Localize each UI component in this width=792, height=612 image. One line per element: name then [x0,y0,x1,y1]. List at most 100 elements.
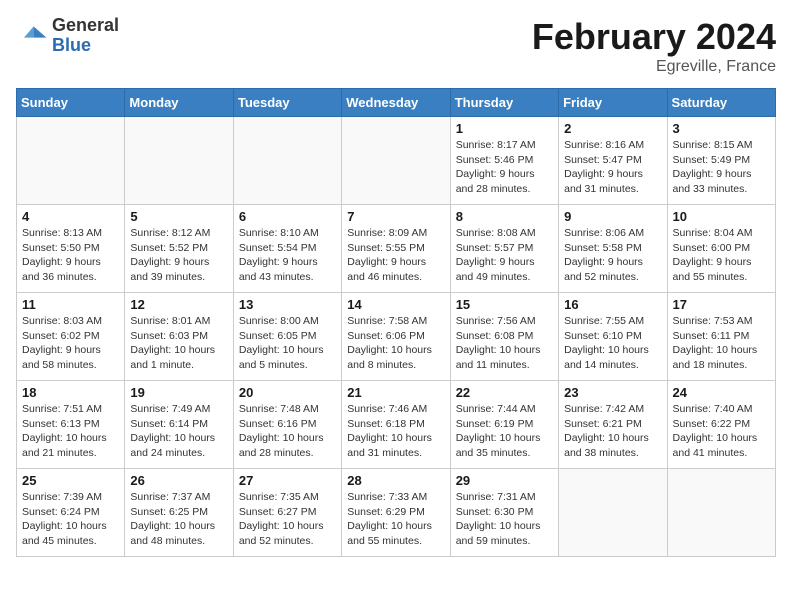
calendar-cell: 2 Sunrise: 8:16 AM Sunset: 5:47 PM Daylig… [559,117,667,205]
day-info: Sunrise: 7:39 AM Sunset: 6:24 PM Dayligh… [22,490,119,549]
calendar-cell [342,117,450,205]
month-year-title: February 2024 [532,16,776,58]
calendar-cell [667,469,775,557]
day-number: 11 [22,297,119,312]
calendar-cell: 29 Sunrise: 7:31 AM Sunset: 6:30 PM Dayli… [450,469,558,557]
calendar-cell: 22Sunrise: 7:44 AM Sunset: 6:19 PM Dayli… [450,381,558,469]
day-number: 28 [347,473,444,488]
day-number: 1 [456,121,553,136]
day-info: Sunrise: 7:44 AM Sunset: 6:19 PM Dayligh… [456,402,553,461]
logo: General Blue [16,16,119,56]
calendar-cell: 17 Sunrise: 7:53 AM Sunset: 6:11 PM Dayli… [667,293,775,381]
calendar-cell: 13 Sunrise: 8:00 AM Sunset: 6:05 PM Dayli… [233,293,341,381]
day-info: Sunrise: 7:31 AM Sunset: 6:30 PM Dayligh… [456,490,553,549]
calendar-cell: 15 Sunrise: 7:56 AM Sunset: 6:08 PM Dayli… [450,293,558,381]
calendar-cell: 1 Sunrise: 8:17 AM Sunset: 5:46 PM Daylig… [450,117,558,205]
col-header-tuesday: Tuesday [233,89,341,117]
calendar-week-row: 11 Sunrise: 8:03 AM Sunset: 6:02 PM Dayli… [17,293,776,381]
calendar-header-row: SundayMondayTuesdayWednesdayThursdayFrid… [17,89,776,117]
logo-line2: Blue [52,36,119,56]
day-info: Sunrise: 7:37 AM Sunset: 6:25 PM Dayligh… [130,490,227,549]
day-number: 8 [456,209,553,224]
day-number: 17 [673,297,770,312]
logo-icon [16,20,48,52]
col-header-saturday: Saturday [667,89,775,117]
calendar-cell: 24 Sunrise: 7:40 AM Sunset: 6:22 PM Dayli… [667,381,775,469]
logo-line1: General [52,16,119,36]
calendar-cell: 4 Sunrise: 8:13 AM Sunset: 5:50 PM Daylig… [17,205,125,293]
calendar-week-row: 1 Sunrise: 8:17 AM Sunset: 5:46 PM Daylig… [17,117,776,205]
calendar-cell [233,117,341,205]
day-info: Sunrise: 7:49 AM Sunset: 6:14 PM Dayligh… [130,402,227,461]
calendar-cell: 10 Sunrise: 8:04 AM Sunset: 6:00 PM Dayli… [667,205,775,293]
page-header: General Blue February 2024 Egreville, Fr… [16,16,776,76]
calendar-cell: 20Sunrise: 7:48 AM Sunset: 6:16 PM Dayli… [233,381,341,469]
calendar-cell: 5Sunrise: 8:12 AM Sunset: 5:52 PM Daylig… [125,205,233,293]
day-info: Sunrise: 7:51 AM Sunset: 6:13 PM Dayligh… [22,402,119,461]
day-info: Sunrise: 8:09 AM Sunset: 5:55 PM Dayligh… [347,226,444,285]
day-info: Sunrise: 7:40 AM Sunset: 6:22 PM Dayligh… [673,402,770,461]
calendar-week-row: 25 Sunrise: 7:39 AM Sunset: 6:24 PM Dayli… [17,469,776,557]
col-header-thursday: Thursday [450,89,558,117]
day-info: Sunrise: 8:17 AM Sunset: 5:46 PM Dayligh… [456,138,553,197]
calendar-cell: 8 Sunrise: 8:08 AM Sunset: 5:57 PM Daylig… [450,205,558,293]
day-number: 7 [347,209,444,224]
day-info: Sunrise: 7:48 AM Sunset: 6:16 PM Dayligh… [239,402,336,461]
day-info: Sunrise: 8:01 AM Sunset: 6:03 PM Dayligh… [130,314,227,373]
day-number: 3 [673,121,770,136]
day-info: Sunrise: 7:35 AM Sunset: 6:27 PM Dayligh… [239,490,336,549]
calendar-cell: 28 Sunrise: 7:33 AM Sunset: 6:29 PM Dayli… [342,469,450,557]
day-info: Sunrise: 8:10 AM Sunset: 5:54 PM Dayligh… [239,226,336,285]
calendar-cell: 9 Sunrise: 8:06 AM Sunset: 5:58 PM Daylig… [559,205,667,293]
day-info: Sunrise: 7:53 AM Sunset: 6:11 PM Dayligh… [673,314,770,373]
calendar-week-row: 4 Sunrise: 8:13 AM Sunset: 5:50 PM Daylig… [17,205,776,293]
day-number: 19 [130,385,227,400]
calendar-cell: 25 Sunrise: 7:39 AM Sunset: 6:24 PM Dayli… [17,469,125,557]
col-header-sunday: Sunday [17,89,125,117]
calendar-cell: 11 Sunrise: 8:03 AM Sunset: 6:02 PM Dayli… [17,293,125,381]
day-number: 15 [456,297,553,312]
day-number: 2 [564,121,661,136]
title-area: February 2024 Egreville, France [532,16,776,76]
calendar-cell: 7 Sunrise: 8:09 AM Sunset: 5:55 PM Daylig… [342,205,450,293]
day-number: 23 [564,385,661,400]
calendar-cell [559,469,667,557]
calendar-cell: 3 Sunrise: 8:15 AM Sunset: 5:49 PM Daylig… [667,117,775,205]
calendar-cell: 23 Sunrise: 7:42 AM Sunset: 6:21 PM Dayli… [559,381,667,469]
day-info: Sunrise: 7:42 AM Sunset: 6:21 PM Dayligh… [564,402,661,461]
day-info: Sunrise: 8:08 AM Sunset: 5:57 PM Dayligh… [456,226,553,285]
day-info: Sunrise: 8:15 AM Sunset: 5:49 PM Dayligh… [673,138,770,197]
location-subtitle: Egreville, France [532,58,776,76]
day-number: 14 [347,297,444,312]
day-info: Sunrise: 7:33 AM Sunset: 6:29 PM Dayligh… [347,490,444,549]
day-number: 4 [22,209,119,224]
day-info: Sunrise: 8:06 AM Sunset: 5:58 PM Dayligh… [564,226,661,285]
calendar-cell [17,117,125,205]
calendar-cell: 16Sunrise: 7:55 AM Sunset: 6:10 PM Dayli… [559,293,667,381]
day-number: 12 [130,297,227,312]
day-number: 10 [673,209,770,224]
calendar-cell: 14Sunrise: 7:58 AM Sunset: 6:06 PM Dayli… [342,293,450,381]
day-number: 29 [456,473,553,488]
day-number: 26 [130,473,227,488]
day-info: Sunrise: 8:13 AM Sunset: 5:50 PM Dayligh… [22,226,119,285]
calendar-table: SundayMondayTuesdayWednesdayThursdayFrid… [16,88,776,557]
day-number: 21 [347,385,444,400]
day-info: Sunrise: 8:03 AM Sunset: 6:02 PM Dayligh… [22,314,119,373]
day-number: 25 [22,473,119,488]
calendar-cell: 26 Sunrise: 7:37 AM Sunset: 6:25 PM Dayli… [125,469,233,557]
day-info: Sunrise: 8:16 AM Sunset: 5:47 PM Dayligh… [564,138,661,197]
day-number: 24 [673,385,770,400]
calendar-cell: 6Sunrise: 8:10 AM Sunset: 5:54 PM Daylig… [233,205,341,293]
calendar-week-row: 18 Sunrise: 7:51 AM Sunset: 6:13 PM Dayli… [17,381,776,469]
day-info: Sunrise: 8:00 AM Sunset: 6:05 PM Dayligh… [239,314,336,373]
day-number: 18 [22,385,119,400]
logo-text: General Blue [52,16,119,56]
day-number: 9 [564,209,661,224]
day-info: Sunrise: 7:46 AM Sunset: 6:18 PM Dayligh… [347,402,444,461]
day-number: 13 [239,297,336,312]
day-info: Sunrise: 7:56 AM Sunset: 6:08 PM Dayligh… [456,314,553,373]
calendar-cell [125,117,233,205]
col-header-wednesday: Wednesday [342,89,450,117]
day-info: Sunrise: 8:04 AM Sunset: 6:00 PM Dayligh… [673,226,770,285]
